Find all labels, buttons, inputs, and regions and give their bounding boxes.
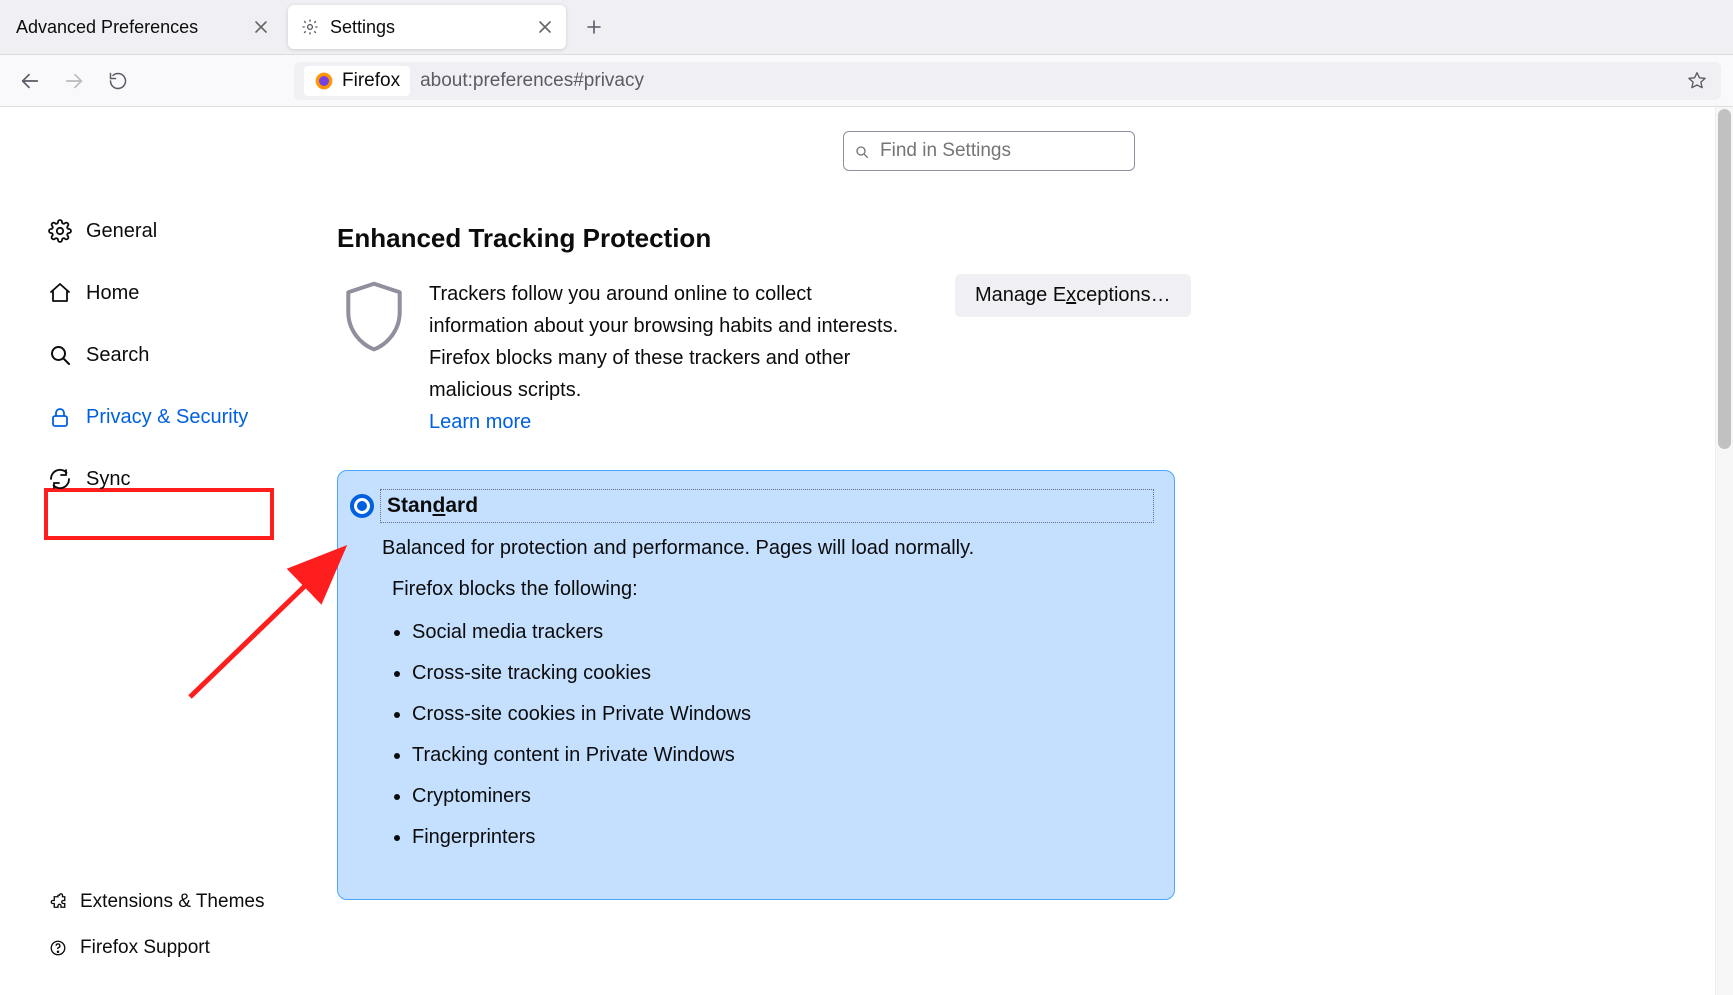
search-icon [48, 343, 72, 367]
radio-standard[interactable] [350, 494, 374, 518]
sidebar-item-home[interactable]: Home [48, 269, 297, 317]
tab-advanced-preferences[interactable]: Advanced Preferences [4, 5, 282, 49]
sidebar-item-extensions-themes[interactable]: Extensions & Themes [48, 883, 297, 921]
standard-subtext: Balanced for protection and performance.… [382, 537, 1154, 560]
sidebar-item-sync[interactable]: Sync [48, 455, 297, 503]
section-title-etp: Enhanced Tracking Protection [337, 223, 1733, 254]
identity-label: Firefox [342, 70, 400, 92]
etp-description-text: Trackers follow you around online to col… [429, 283, 898, 401]
reload-button[interactable] [100, 63, 136, 99]
sync-icon [48, 467, 72, 491]
firefox-icon [314, 71, 334, 91]
tab-strip: Advanced Preferences Settings [0, 0, 1733, 55]
scrollbar-thumb[interactable] [1718, 109, 1731, 449]
etp-description: Trackers follow you around online to col… [429, 278, 899, 438]
list-item: Tracking content in Private Windows [412, 744, 1154, 767]
sidebar-item-firefox-support[interactable]: Firefox Support [48, 929, 297, 967]
gear-icon [48, 219, 72, 243]
settings-page: General Home Search Privacy & Security [0, 107, 1733, 995]
button-label: Manage Exceptions… [975, 284, 1171, 306]
lock-icon [48, 405, 72, 429]
standard-blocks-label: Firefox blocks the following: [392, 578, 1154, 601]
scrollbar[interactable] [1715, 107, 1733, 995]
sidebar-item-label: Extensions & Themes [80, 891, 264, 913]
sidebar-item-label: Privacy & Security [86, 406, 248, 429]
url-text: about:preferences#privacy [420, 70, 1675, 92]
puzzle-icon [48, 892, 68, 912]
new-tab-button[interactable] [576, 9, 612, 45]
settings-main: Enhanced Tracking Protection Trackers fo… [297, 107, 1733, 995]
gear-icon [300, 17, 320, 37]
url-bar[interactable]: Firefox about:preferences#privacy [294, 62, 1721, 100]
list-item: Cross-site cookies in Private Windows [412, 703, 1154, 726]
sidebar-item-label: Home [86, 282, 139, 305]
list-item: Social media trackers [412, 621, 1154, 644]
find-in-settings[interactable] [843, 131, 1135, 171]
back-button[interactable] [12, 63, 48, 99]
sidebar-item-label: Firefox Support [80, 937, 210, 959]
nav-toolbar: Firefox about:preferences#privacy [0, 55, 1733, 107]
sidebar-item-label: Sync [86, 468, 130, 491]
list-item: Cross-site tracking cookies [412, 662, 1154, 685]
standard-blocks-list: Social media trackers Cross-site trackin… [392, 621, 1154, 849]
sidebar-item-general[interactable]: General [48, 207, 297, 255]
list-item: Cryptominers [412, 785, 1154, 808]
sidebar-item-privacy-security[interactable]: Privacy & Security [48, 393, 297, 441]
identity-box[interactable]: Firefox [304, 66, 410, 96]
tracking-protection-standard-card[interactable]: Standard Balanced for protection and per… [337, 470, 1175, 900]
sidebar-item-search[interactable]: Search [48, 331, 297, 379]
manage-exceptions-button[interactable]: Manage Exceptions… [955, 274, 1191, 317]
help-icon [48, 938, 68, 958]
forward-button[interactable] [56, 63, 92, 99]
find-input[interactable] [878, 139, 1127, 163]
tab-title: Advanced Preferences [16, 17, 252, 38]
shield-icon [337, 278, 411, 358]
sidebar-item-label: General [86, 220, 157, 243]
list-item: Fingerprinters [412, 826, 1154, 849]
tab-settings[interactable]: Settings [288, 5, 566, 49]
search-icon [854, 143, 870, 159]
settings-sidebar: General Home Search Privacy & Security [0, 107, 297, 995]
radio-standard-label: Standard [380, 489, 1154, 523]
close-icon[interactable] [252, 18, 270, 36]
tab-title: Settings [330, 17, 536, 38]
sidebar-item-label: Search [86, 344, 149, 367]
bookmark-star-icon[interactable] [1683, 71, 1711, 91]
close-icon[interactable] [536, 18, 554, 36]
learn-more-link[interactable]: Learn more [429, 411, 531, 433]
home-icon [48, 281, 72, 305]
